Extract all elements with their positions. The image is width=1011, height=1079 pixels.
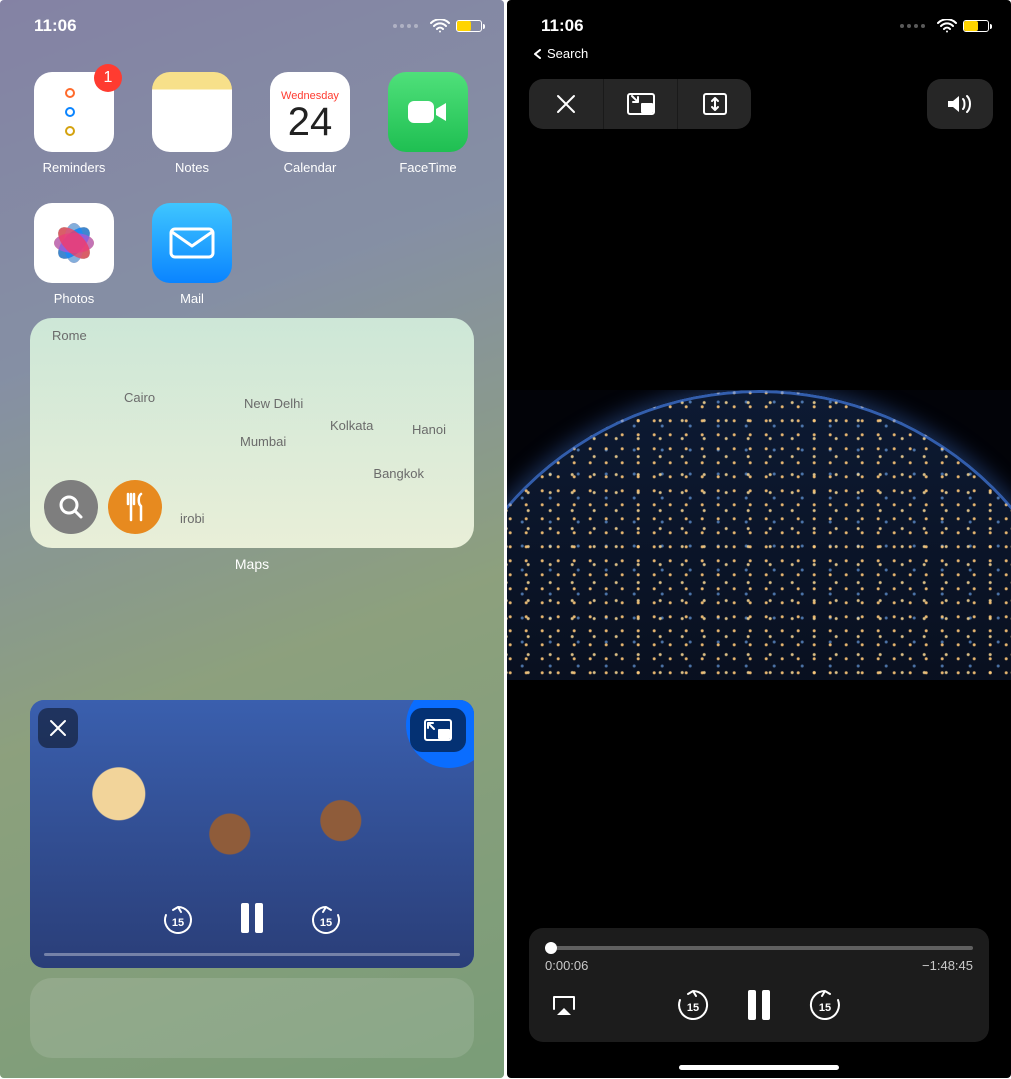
map-city-label: Hanoi bbox=[412, 422, 446, 437]
status-bar: 11:06 bbox=[0, 0, 504, 46]
enter-pip-button[interactable] bbox=[603, 79, 677, 129]
status-bar: 11:06 bbox=[507, 0, 1011, 46]
app-label: Photos bbox=[54, 291, 94, 306]
maps-food-button[interactable] bbox=[108, 480, 162, 534]
status-time: 11:06 bbox=[34, 16, 77, 36]
chevron-left-icon bbox=[533, 49, 543, 59]
video-player-phone: 11:06 Search bbox=[507, 0, 1011, 1078]
wifi-icon bbox=[430, 19, 450, 33]
player-top-group bbox=[529, 79, 751, 129]
skip-fwd-15-button[interactable]: 15 bbox=[807, 987, 843, 1028]
app-label: Notes bbox=[175, 160, 209, 175]
app-label: Reminders bbox=[43, 160, 106, 175]
pip-exit-button[interactable] bbox=[410, 708, 466, 752]
back-to-search[interactable]: Search bbox=[507, 46, 1011, 67]
pip-progress-track[interactable] bbox=[44, 953, 460, 956]
player-top-bar bbox=[507, 67, 1011, 129]
map-city-label: Mumbai bbox=[240, 434, 286, 449]
back-label: Search bbox=[547, 46, 588, 61]
app-grid: 1 Reminders Notes Wednesday 24 Calendar … bbox=[0, 46, 504, 306]
status-icons bbox=[393, 19, 482, 33]
signal-dots-icon bbox=[393, 24, 418, 28]
app-label: FaceTime bbox=[399, 160, 456, 175]
skip-back-15-button[interactable]: 15 bbox=[675, 987, 711, 1028]
home-screen-phone: 11:06 1 Reminders Notes bbox=[0, 0, 504, 1078]
map-city-label: Cairo bbox=[124, 390, 155, 405]
map-city-label: New Delhi bbox=[244, 396, 303, 411]
status-icons bbox=[900, 19, 989, 33]
progress-thumb[interactable] bbox=[545, 942, 557, 954]
maps-search-button[interactable] bbox=[44, 480, 98, 534]
video-content[interactable] bbox=[507, 390, 1011, 680]
wifi-icon bbox=[937, 19, 957, 33]
skip-fwd-15-button[interactable]: 15 bbox=[309, 903, 343, 942]
pip-controls: 15 15 bbox=[30, 903, 474, 942]
volume-button[interactable] bbox=[927, 79, 993, 129]
maps-widget[interactable]: Rome Cairo New Delhi Mumbai Kolkata Hano… bbox=[30, 318, 474, 548]
progress-track[interactable] bbox=[545, 946, 973, 950]
status-time: 11:06 bbox=[541, 16, 584, 36]
airplay-button[interactable] bbox=[551, 994, 577, 1021]
app-facetime[interactable]: FaceTime bbox=[384, 72, 472, 175]
app-notes[interactable]: Notes bbox=[148, 72, 236, 175]
battery-icon bbox=[963, 20, 989, 32]
signal-dots-icon bbox=[900, 24, 925, 28]
close-player-button[interactable] bbox=[529, 79, 603, 129]
player-bottom-panel: 0:00:06 −1:48:45 15 15 bbox=[529, 928, 989, 1042]
maps-caption: Maps bbox=[0, 556, 504, 572]
map-city-label: Bangkok bbox=[373, 466, 424, 481]
aspect-toggle-button[interactable] bbox=[677, 79, 751, 129]
app-label: Mail bbox=[180, 291, 204, 306]
app-mail[interactable]: Mail bbox=[148, 203, 236, 306]
badge: 1 bbox=[94, 64, 122, 92]
app-photos[interactable]: Photos bbox=[30, 203, 118, 306]
battery-icon bbox=[456, 20, 482, 32]
home-indicator[interactable] bbox=[679, 1065, 839, 1070]
app-label: Calendar bbox=[284, 160, 337, 175]
skip-back-15-button[interactable]: 15 bbox=[161, 903, 195, 942]
pause-button[interactable] bbox=[239, 903, 265, 942]
map-city-label: Kolkata bbox=[330, 418, 373, 433]
calendar-day: 24 bbox=[288, 102, 333, 142]
map-city-label: irobi bbox=[180, 511, 205, 526]
pip-close-button[interactable] bbox=[38, 708, 78, 748]
pause-button[interactable] bbox=[747, 990, 771, 1025]
time-elapsed: 0:00:06 bbox=[545, 958, 588, 973]
app-reminders[interactable]: 1 Reminders bbox=[30, 72, 118, 175]
pip-player[interactable]: 15 15 bbox=[30, 700, 474, 968]
app-calendar[interactable]: Wednesday 24 Calendar bbox=[266, 72, 354, 175]
time-remaining: −1:48:45 bbox=[922, 958, 973, 973]
siri-suggestions-box[interactable] bbox=[30, 978, 474, 1058]
map-city-label: Rome bbox=[52, 328, 87, 343]
earth-visual bbox=[507, 390, 1011, 680]
